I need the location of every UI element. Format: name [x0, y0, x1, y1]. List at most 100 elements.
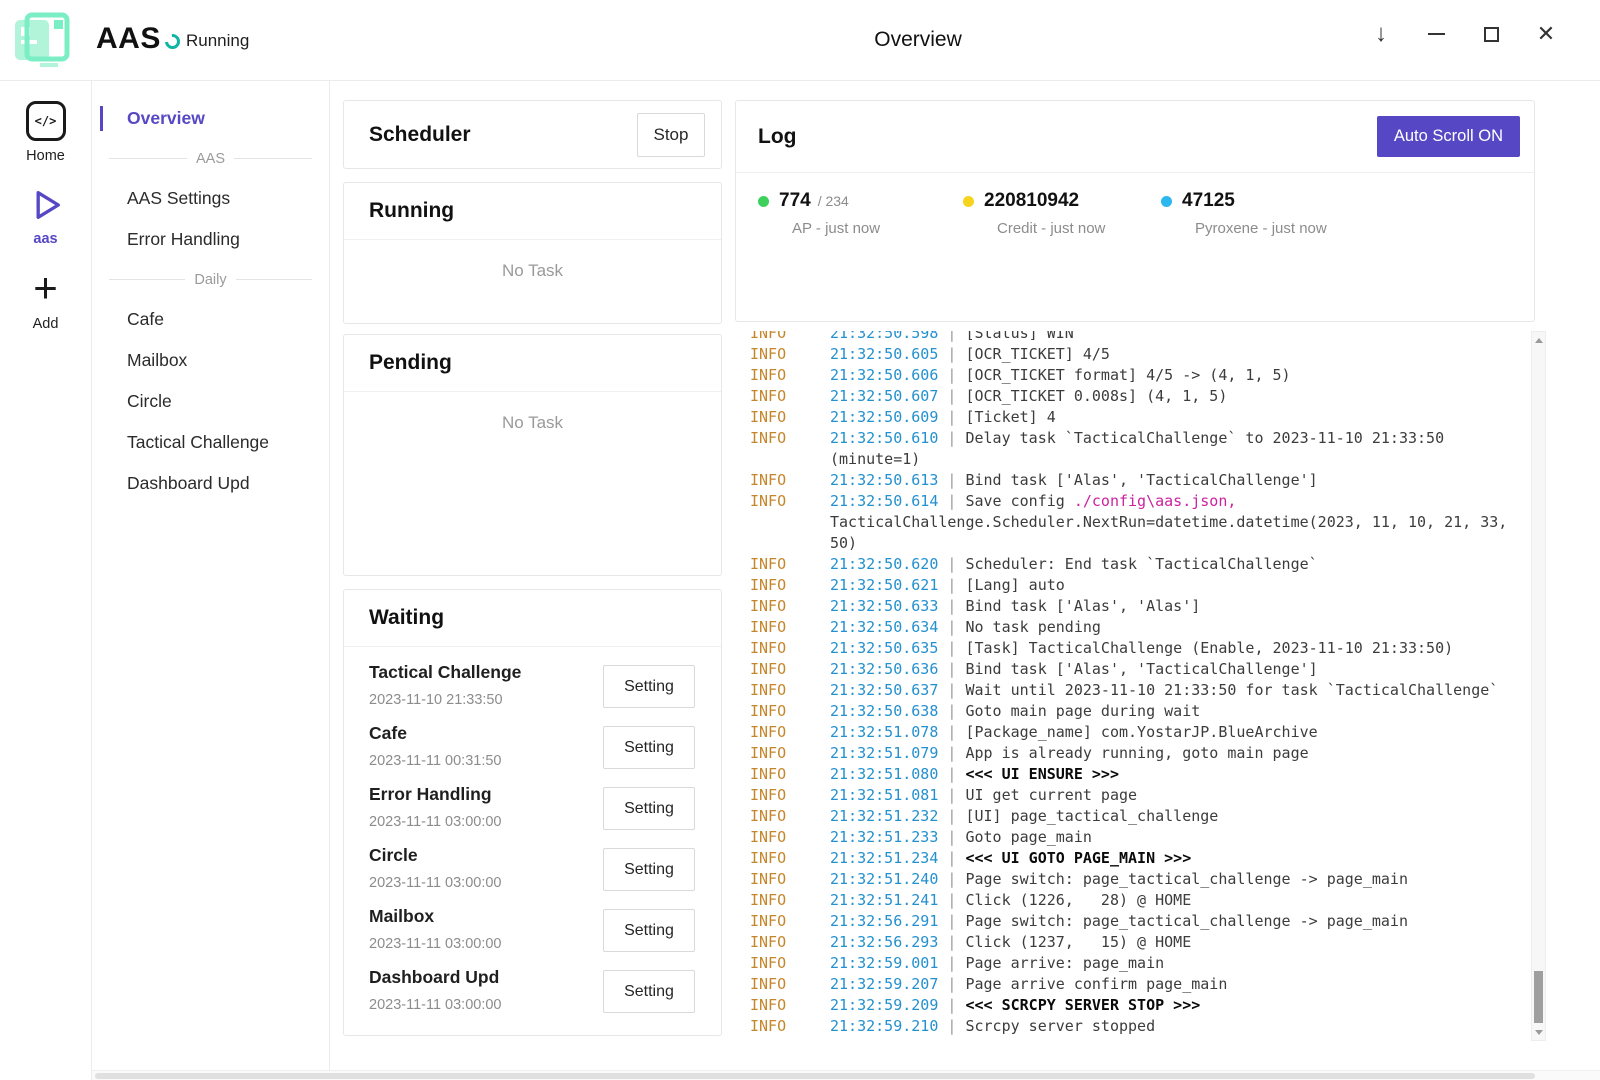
log-message: 21:32:51.232 | [UI] page_tactical_challe… [830, 806, 1521, 827]
stat-pyroxene: 47125 Pyroxene - just now [1161, 190, 1327, 237]
log-level: INFO [750, 911, 830, 932]
maximize-button[interactable] [1477, 17, 1505, 51]
task-setting-button[interactable]: Setting [603, 787, 695, 830]
nav-item-overview[interactable]: Overview [92, 98, 329, 139]
log-message: 21:32:59.209 | <<< SCRCPY SERVER STOP >>… [830, 995, 1521, 1016]
log-message: 21:32:50.620 | Scheduler: End task `Tact… [830, 554, 1521, 575]
nav-item-dashboard-upd[interactable]: Dashboard Upd [92, 463, 329, 504]
page-title: Overview [874, 28, 962, 52]
log-level: INFO [750, 365, 830, 386]
log-line: INFO 21:32:50.620 | Scheduler: End task … [750, 554, 1521, 575]
pending-card: Pending No Task [343, 334, 722, 576]
log-level: INFO [750, 344, 830, 365]
log-line: INFO 21:32:59.207 | Page arrive confirm … [750, 974, 1521, 995]
log-line: INFO 21:32:50.598 | [Status] WIN [750, 331, 1521, 344]
rail-item-aas-label: aas [33, 231, 57, 247]
log-level: INFO [750, 470, 830, 491]
stat-value: 220810942 [984, 190, 1079, 212]
log-message: 21:32:59.210 | Scrcpy server stopped [830, 1016, 1521, 1037]
log-level: INFO [750, 617, 830, 638]
log-message: 21:32:51.234 | <<< UI GOTO PAGE_MAIN >>> [830, 848, 1521, 869]
log-message: 21:32:51.233 | Goto page_main [830, 827, 1521, 848]
nav-item-tactical-challenge[interactable]: Tactical Challenge [92, 422, 329, 463]
log-level: INFO [750, 932, 830, 953]
scroll-up-button[interactable] [1532, 333, 1545, 347]
log-message: 21:32:59.001 | Page arrive: page_main [830, 953, 1521, 974]
task-setting-button[interactable]: Setting [603, 848, 695, 891]
nav-section-aas-label: AAS [196, 151, 225, 167]
horizontal-scrollbar[interactable] [92, 1070, 1600, 1080]
log-message: 21:32:50.610 | Delay task `TacticalChall… [830, 428, 1521, 470]
window-controls: ↓ ✕ [1367, 14, 1560, 54]
nav-item-error-handling[interactable]: Error Handling [92, 219, 329, 260]
divider-line [109, 158, 187, 159]
log-line: INFO 21:32:56.291 | Page switch: page_ta… [750, 911, 1521, 932]
scheduler-title: Scheduler [369, 123, 471, 147]
log-line: INFO 21:32:50.636 | Bind task ['Alas', '… [750, 659, 1521, 680]
log-level: INFO [750, 995, 830, 1016]
stat-ap: 774 / 234 AP - just now [758, 190, 963, 237]
scroll-down-icon [1535, 1030, 1543, 1035]
dashboard-stats: 774 / 234 AP - just now 220810942 Credit… [736, 173, 1534, 237]
credit-dot-icon [963, 196, 974, 207]
stat-value: 774 [779, 190, 811, 212]
log-scrollbar[interactable] [1531, 331, 1546, 1041]
nav-section-aas: AAS [92, 139, 329, 178]
log-message: 21:32:51.081 | UI get current page [830, 785, 1521, 806]
pending-title: Pending [369, 351, 452, 375]
log-line: INFO 21:32:59.001 | Page arrive: page_ma… [750, 953, 1521, 974]
log-message: 21:32:56.291 | Page switch: page_tactica… [830, 911, 1521, 932]
stat-suffix: / 234 [818, 193, 849, 209]
scroll-thumb[interactable] [1534, 971, 1543, 1023]
scroll-up-icon [1535, 338, 1543, 343]
play-icon [27, 186, 65, 224]
task-setting-button[interactable]: Setting [603, 970, 695, 1013]
app-logo-icon [10, 8, 74, 72]
auto-scroll-button[interactable]: Auto Scroll ON [1377, 116, 1520, 157]
nav-section-daily-label: Daily [194, 272, 226, 288]
task-setting-button[interactable]: Setting [603, 726, 695, 769]
horizontal-scroll-thumb[interactable] [95, 1073, 1535, 1079]
icon-rail: </> Home aas + Add [0, 81, 92, 1080]
close-button[interactable]: ✕ [1532, 17, 1560, 51]
nav-item-mailbox[interactable]: Mailbox [92, 340, 329, 381]
log-level: INFO [750, 386, 830, 407]
log-message: 21:32:59.207 | Page arrive confirm page_… [830, 974, 1521, 995]
stop-button[interactable]: Stop [637, 113, 705, 157]
log-line: INFO 21:32:50.610 | Delay task `Tactical… [750, 428, 1521, 470]
log-level: INFO [750, 827, 830, 848]
log-card: Log Auto Scroll ON 774 / 234 AP - just n… [735, 100, 1535, 322]
log-message: 21:32:51.240 | Page switch: page_tactica… [830, 869, 1521, 890]
log-line: INFO 21:32:50.638 | Goto main page durin… [750, 701, 1521, 722]
log-level: INFO [750, 806, 830, 827]
log-line: INFO 21:32:50.613 | Bind task ['Alas', '… [750, 470, 1521, 491]
rail-item-aas[interactable]: aas [0, 180, 91, 253]
log-level: INFO [750, 575, 830, 596]
nav-item-cafe[interactable]: Cafe [92, 299, 329, 340]
waiting-task-row: Tactical Challenge 2023-11-10 21:33:50 S… [344, 656, 721, 717]
download-update-button[interactable]: ↓ [1367, 17, 1395, 51]
stat-label: Credit - just now [997, 220, 1161, 237]
log-level: INFO [750, 722, 830, 743]
minimize-button[interactable] [1422, 17, 1450, 51]
waiting-task-list: Tactical Challenge 2023-11-10 21:33:50 S… [344, 647, 721, 1022]
log-message: 21:32:50.634 | No task pending [830, 617, 1521, 638]
log-message: 21:32:50.598 | [Status] WIN [830, 331, 1521, 344]
rail-item-add-label: Add [33, 316, 59, 332]
rail-item-home[interactable]: </> Home [0, 95, 91, 170]
task-setting-button[interactable]: Setting [603, 665, 695, 708]
nav-item-aas-settings[interactable]: AAS Settings [92, 178, 329, 219]
ap-dot-icon [758, 196, 769, 207]
stat-credit: 220810942 Credit - just now [963, 190, 1161, 237]
task-setting-button[interactable]: Setting [603, 909, 695, 952]
log-output[interactable]: INFO 21:32:50.598 | [Status] WIN INFO 21… [735, 331, 1546, 1041]
nav-sidebar: Overview AAS AAS Settings Error Handling… [92, 81, 330, 1070]
rail-item-add[interactable]: + Add [0, 263, 91, 338]
log-title: Log [758, 125, 796, 149]
nav-item-circle[interactable]: Circle [92, 381, 329, 422]
divider-line [234, 158, 312, 159]
scroll-down-button[interactable] [1532, 1025, 1545, 1039]
log-level: INFO [750, 785, 830, 806]
waiting-title: Waiting [369, 606, 444, 630]
log-line: INFO 21:32:59.210 | Scrcpy server stoppe… [750, 1016, 1521, 1037]
